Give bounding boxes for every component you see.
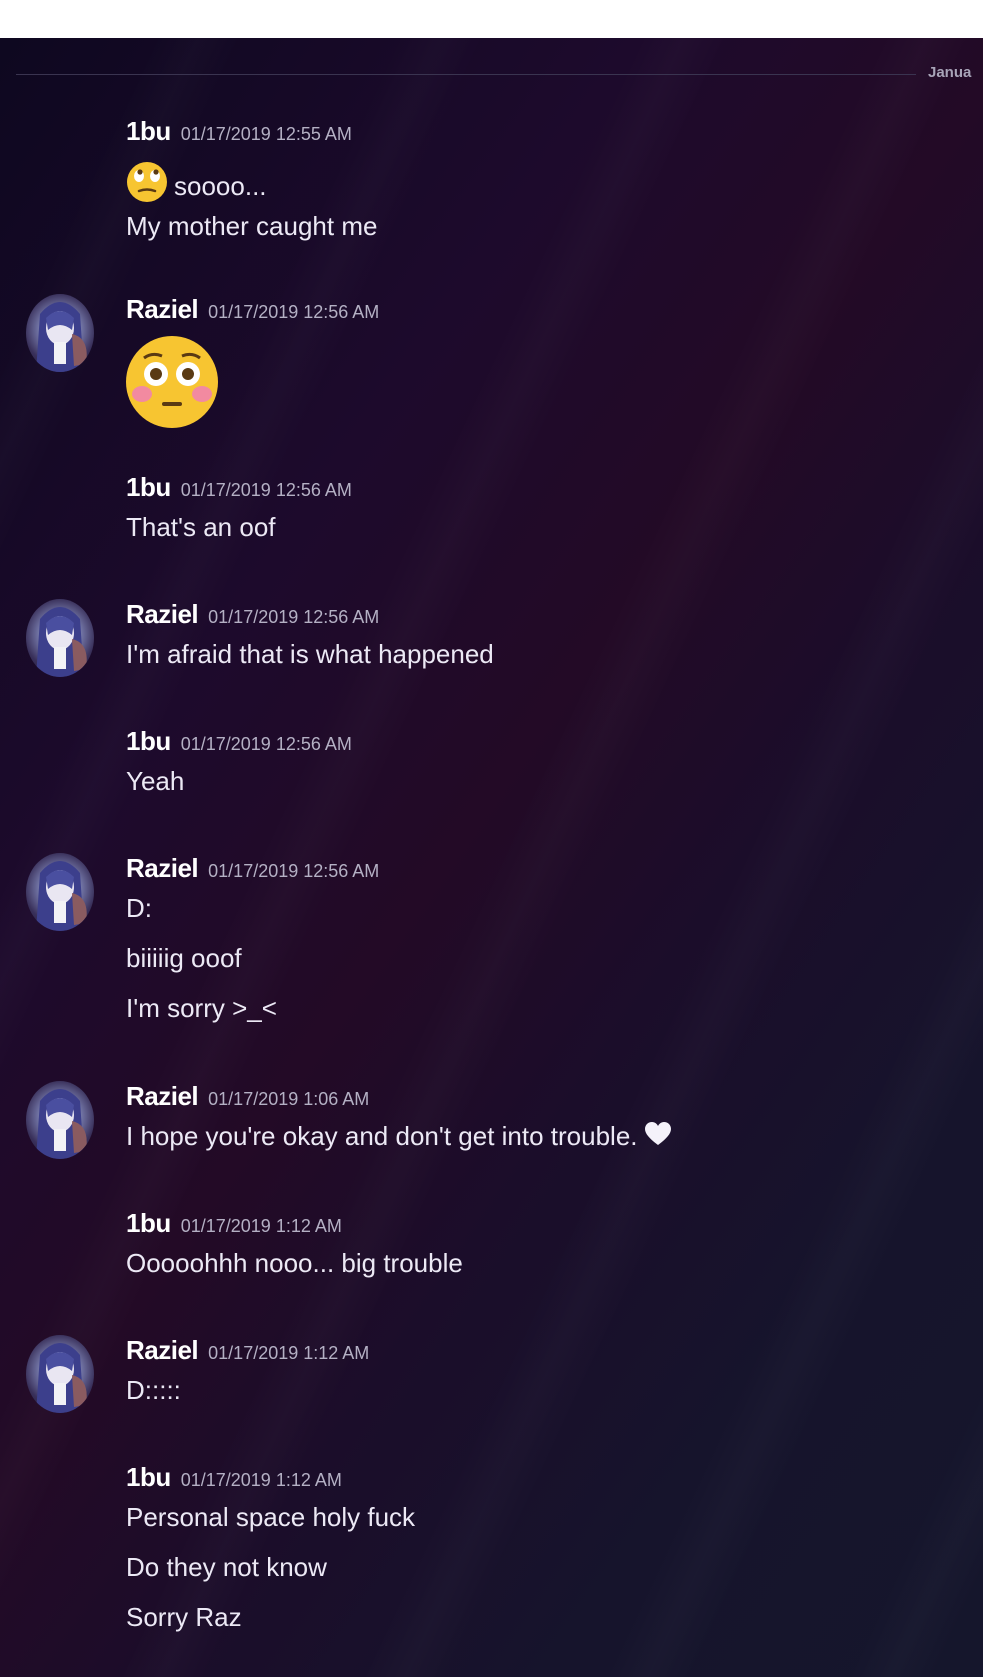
message-text: Personal space holy fuck	[126, 1502, 416, 1532]
user-avatar[interactable]	[26, 1335, 94, 1413]
timestamp[interactable]: 01/17/2019 12:55 AM	[181, 124, 352, 145]
timestamp[interactable]: 01/17/2019 1:12 AM	[181, 1216, 342, 1237]
message-text: My mother caught me	[126, 211, 378, 241]
date-divider-label: Janua	[928, 64, 972, 81]
author-name[interactable]: 1bu	[126, 1208, 171, 1239]
flushed-emoji-icon	[124, 334, 220, 435]
message-header: 1bu 01/17/2019 1:12 AM	[126, 1462, 342, 1492]
timestamp[interactable]: 01/17/2019 1:12 AM	[208, 1343, 369, 1364]
message-line: sоооо...	[126, 161, 267, 210]
author-name[interactable]: Raziel	[126, 294, 199, 325]
chat-area: Janua 1bu 01/17/2019 12:55 AM sоооо... M…	[0, 38, 983, 1677]
timestamp[interactable]: 01/17/2019 12:56 AM	[208, 607, 379, 628]
message-line: I'm sorry >_<	[126, 993, 277, 1024]
timestamp[interactable]: 01/17/2019 12:56 AM	[208, 302, 379, 323]
message-line: Do they not know	[126, 1552, 327, 1583]
message-header: Raziel 01/17/2019 1:12 AM	[126, 1335, 369, 1365]
message-text: I'm sorry >_<	[126, 993, 277, 1023]
user-avatar[interactable]	[26, 1081, 94, 1159]
date-divider-line	[16, 74, 916, 75]
user-avatar[interactable]	[26, 294, 94, 372]
message-line: That's an oof	[126, 512, 276, 543]
message-line: D:::::	[126, 1375, 181, 1406]
message-text: Yeah	[126, 766, 185, 796]
message-text: Ooooohhh nooo... big trouble	[126, 1248, 463, 1278]
message-text: Sorry Raz	[126, 1602, 242, 1632]
message-header: Raziel 01/17/2019 12:56 AM	[126, 294, 379, 324]
timestamp[interactable]: 01/17/2019 12:56 AM	[181, 734, 352, 755]
timestamp[interactable]: 01/17/2019 1:12 AM	[181, 1470, 342, 1491]
message-text: D:::::	[126, 1375, 181, 1405]
message-text: That's an oof	[126, 512, 276, 542]
author-name[interactable]: 1bu	[126, 1462, 171, 1493]
message-line: Ooooohhh nooo... big trouble	[126, 1248, 463, 1279]
message-line: Sorry Raz	[126, 1602, 242, 1633]
author-name[interactable]: 1bu	[126, 472, 171, 503]
message-line: Personal space holy fuck	[126, 1502, 415, 1533]
message-text: biiiiig ooof	[126, 943, 242, 973]
message-header: 1bu 01/17/2019 12:55 AM	[126, 116, 352, 146]
user-avatar[interactable]	[26, 599, 94, 677]
message-header: 1bu 01/17/2019 12:56 AM	[126, 726, 352, 756]
message-line: D:	[126, 893, 152, 924]
timestamp[interactable]: 01/17/2019 1:06 AM	[208, 1089, 369, 1110]
message-text: D:	[126, 893, 152, 923]
message-line: I'm afraid that is what happened	[126, 639, 494, 670]
user-avatar[interactable]	[26, 853, 94, 931]
message-line: Yeah	[126, 766, 184, 797]
message-line: I hope you're okay and don't get into tr…	[126, 1121, 672, 1154]
message-text: I'm afraid that is what happened	[126, 639, 494, 669]
message-header: 1bu 01/17/2019 12:56 AM	[126, 472, 352, 502]
message-text: I hope you're okay and don't get into tr…	[126, 1121, 638, 1151]
message-line: biiiiig ooof	[126, 943, 242, 974]
author-name[interactable]: Raziel	[126, 1081, 199, 1112]
timestamp[interactable]: 01/17/2019 12:56 AM	[181, 480, 352, 501]
author-name[interactable]: Raziel	[126, 853, 199, 884]
message-header: Raziel 01/17/2019 12:56 AM	[126, 853, 379, 883]
message-text: sоооо...	[174, 171, 267, 201]
white-heart-icon	[644, 1121, 672, 1154]
message-text: Do they not know	[126, 1552, 327, 1582]
message-header: Raziel 01/17/2019 12:56 AM	[126, 599, 379, 629]
message-header: 1bu 01/17/2019 1:12 AM	[126, 1208, 342, 1238]
message-line: My mother caught me	[126, 211, 377, 242]
author-name[interactable]: Raziel	[126, 599, 199, 630]
author-name[interactable]: Raziel	[126, 1335, 199, 1366]
rolling-eyes-emoji-icon	[126, 161, 168, 210]
author-name[interactable]: 1bu	[126, 116, 171, 147]
timestamp[interactable]: 01/17/2019 12:56 AM	[208, 861, 379, 882]
author-name[interactable]: 1bu	[126, 726, 171, 757]
message-header: Raziel 01/17/2019 1:06 AM	[126, 1081, 369, 1111]
